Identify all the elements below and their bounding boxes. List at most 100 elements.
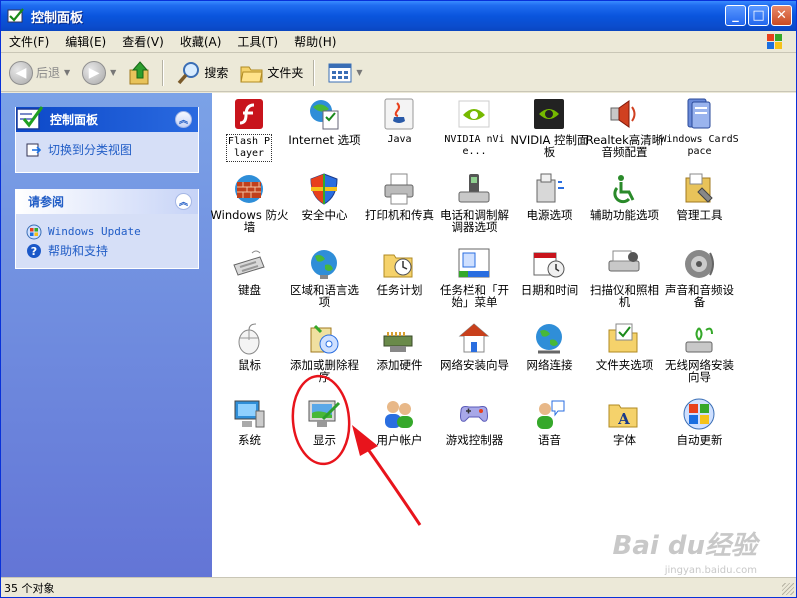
speaker-icon [607, 97, 641, 131]
switch-category-view-link[interactable]: 切换到分类视图 [26, 140, 190, 159]
status-bar: 35 个对象 [1, 577, 796, 597]
item-label: 添加硬件 [376, 358, 423, 372]
control-panel-item[interactable]: 键盘 [212, 247, 287, 322]
control-panel-item[interactable]: 网络连接 [512, 322, 587, 397]
control-panel-item[interactable]: Flash Player [212, 97, 287, 172]
menu-edit[interactable]: 编辑(E) [57, 32, 114, 52]
control-panel-item[interactable]: 无线网络安装向导 [662, 322, 737, 397]
up-button[interactable] [124, 58, 156, 88]
control-panel-item[interactable]: Java [362, 97, 437, 172]
control-panel-item[interactable]: Windows CardSpace [660, 97, 739, 172]
svg-text:A: A [617, 410, 630, 428]
control-panel-item[interactable]: 文件夹选项 [587, 322, 662, 397]
item-label: 任务计划 [376, 283, 423, 297]
search-button[interactable]: 搜索 [173, 58, 232, 88]
control-panel-item[interactable]: 用户帐户 [362, 397, 437, 472]
network-icon [532, 322, 566, 356]
control-panel-item[interactable]: 辅助功能选项 [587, 172, 662, 247]
item-label: 显示 [313, 433, 336, 447]
item-label: 网络连接 [526, 358, 573, 372]
folders-label: 文件夹 [267, 66, 304, 80]
control-panel-item[interactable]: 管理工具 [662, 172, 737, 247]
control-panel-item[interactable]: Internet 选项 [287, 97, 362, 172]
menu-file[interactable]: 文件(F) [1, 32, 57, 52]
control-panel-item[interactable]: 系统 [212, 397, 287, 472]
item-label: 系统 [238, 433, 261, 447]
control-panel-item[interactable]: 鼠标 [212, 322, 287, 397]
control-panel-item[interactable]: 添加或删除程序 [287, 322, 362, 397]
close-button[interactable]: ✕ [771, 5, 792, 26]
help-support-label: 帮助和支持 [48, 244, 109, 258]
folder-options-icon [607, 322, 641, 356]
item-label: 网络安装向导 [440, 358, 509, 372]
maximize-icon: □ [752, 8, 765, 23]
back-arrow-icon: ◀ [9, 60, 33, 85]
control-panel-item[interactable]: 声音和音频设备 [662, 247, 737, 322]
back-dropdown-icon[interactable]: ▼ [64, 68, 70, 77]
control-panel-item[interactable]: 网络安装向导 [437, 322, 512, 397]
forward-arrow-icon: ▶ [82, 60, 107, 85]
mouse-icon [232, 322, 266, 356]
panel-header[interactable]: 控制面板 ︽ [16, 106, 198, 132]
control-panel-item[interactable]: 添加硬件 [362, 322, 437, 397]
collapse-icon[interactable]: ︽ [175, 193, 192, 210]
maximize-button[interactable]: □ [748, 5, 769, 26]
menu-tools[interactable]: 工具(T) [229, 32, 286, 52]
control-panel-item[interactable]: 语音 [512, 397, 587, 472]
control-panel-item[interactable]: 区域和语言选项 [287, 247, 362, 322]
item-label: 辅助功能选项 [590, 208, 659, 222]
control-panel-item[interactable]: NVIDIA 控制面板 [510, 97, 589, 172]
svg-text:?: ? [31, 245, 37, 258]
phone-icon [457, 172, 491, 206]
control-panel-item[interactable]: 任务栏和「开始」菜单 [437, 247, 512, 322]
views-dropdown-icon[interactable]: ▼ [356, 68, 362, 77]
cardspace-icon [682, 97, 716, 131]
control-panel-item[interactable]: 打印机和传真 [362, 172, 437, 247]
resize-grip[interactable] [782, 583, 794, 595]
minimize-icon: _ [732, 8, 739, 23]
title-bar[interactable]: 控制面板 _ □ ✕ [1, 1, 796, 31]
forward-dropdown-icon[interactable]: ▼ [110, 68, 116, 77]
watermark-url: jingyan.baidu.com [664, 565, 757, 576]
control-panel-item[interactable]: 安全中心 [287, 172, 362, 247]
collapse-icon[interactable]: ︽ [175, 111, 192, 128]
control-panel-item[interactable]: 电话和调制解调器选项 [437, 172, 512, 247]
see-also-panel: 请参阅 ︽ Windows Update ? 帮助和支持 [15, 189, 199, 269]
menu-favorites[interactable]: 收藏(A) [172, 32, 230, 52]
folders-button[interactable]: 文件夹 [236, 58, 307, 88]
internet-options-icon [307, 97, 341, 131]
panel-header[interactable]: 请参阅 ︽ [16, 189, 198, 214]
item-label: 声音和音频设备 [665, 283, 734, 309]
control-panel-item[interactable]: 自动更新 [662, 397, 737, 472]
control-panel-item[interactable]: NVIDIA nVie... [437, 97, 512, 172]
up-folder-icon [129, 60, 149, 84]
control-panel-item[interactable]: Realtek高清晰音频配置 [586, 97, 663, 172]
control-panel-item[interactable]: 日期和时间 [512, 247, 587, 322]
views-icon [328, 63, 352, 82]
menu-bar: 文件(F) 编辑(E) 查看(V) 收藏(A) 工具(T) 帮助(H) [1, 31, 796, 53]
minimize-button[interactable]: _ [725, 5, 746, 26]
task-pane: 控制面板 ︽ 切换到分类视图 请参阅 ︽ Windows Update ? 帮助… [1, 93, 212, 577]
control-panel-item[interactable]: 电源选项 [512, 172, 587, 247]
views-button[interactable]: ▼ [324, 58, 366, 88]
panel-title: 请参阅 [28, 195, 65, 209]
control-panel-item[interactable]: 任务计划 [362, 247, 437, 322]
menu-help[interactable]: 帮助(H) [286, 32, 344, 52]
menu-view[interactable]: 查看(V) [114, 32, 172, 52]
control-panel-item[interactable]: 显示 [287, 397, 362, 472]
windows-update-link[interactable]: Windows Update [26, 222, 190, 241]
control-panel-item[interactable]: 游戏控制器 [437, 397, 512, 472]
speech-icon [532, 397, 566, 431]
control-panel-item[interactable]: Windows 防火墙 [211, 172, 289, 247]
forward-button[interactable]: ▶ ▼ [78, 58, 120, 88]
back-button[interactable]: ◀ 后退 ▼ [5, 58, 74, 88]
taskbar-icon [457, 247, 491, 281]
help-support-link[interactable]: ? 帮助和支持 [26, 241, 190, 260]
control-panel-item[interactable]: 扫描仪和照相机 [587, 247, 662, 322]
toolbar: ◀ 后退 ▼ ▶ ▼ 搜索 文件夹 ▼ [1, 54, 796, 92]
item-label: Windows CardSpace [660, 134, 739, 157]
item-label: 电源选项 [526, 208, 573, 222]
control-panel-item[interactable]: A 字体 [587, 397, 662, 472]
item-label: Internet 选项 [288, 133, 361, 147]
accessibility-icon [607, 172, 641, 206]
